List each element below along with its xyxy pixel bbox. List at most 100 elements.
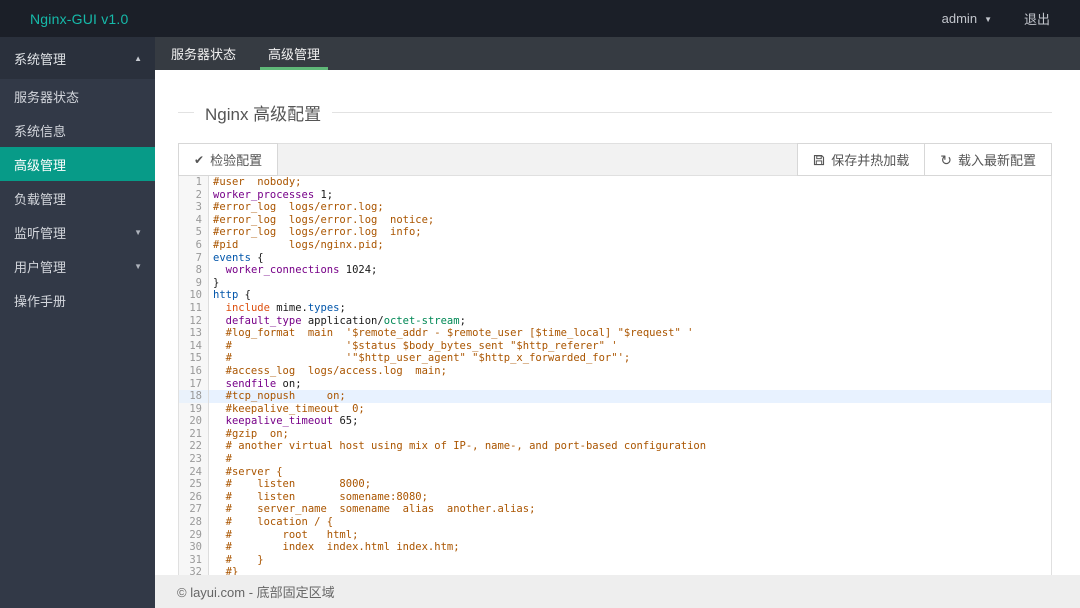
- footer-text: © layui.com - 底部固定区域: [177, 585, 335, 600]
- save-reload-button[interactable]: 保存并热加载: [797, 143, 926, 176]
- code-line[interactable]: 31 # }: [179, 553, 1051, 567]
- code-line[interactable]: 32 #}: [179, 566, 1051, 575]
- user-menu[interactable]: admin ▼: [942, 11, 992, 26]
- line-number: 27: [179, 503, 209, 517]
- code-text: include mime.types;: [225, 301, 346, 314]
- code-line[interactable]: 24 #server {: [179, 465, 1051, 479]
- sidebar-item-系统管理[interactable]: 系统管理 ▲: [0, 37, 155, 79]
- code-text: #error_log logs/error.log info;: [213, 226, 422, 239]
- code-line[interactable]: 11 include mime.types;: [179, 301, 1051, 315]
- line-number: 11: [179, 301, 209, 315]
- code-line[interactable]: 9}: [179, 276, 1051, 290]
- code-line[interactable]: 27 # server_name somename alias another.…: [179, 503, 1051, 517]
- code-text: #error_log logs/error.log notice;: [213, 213, 435, 226]
- line-number: 28: [179, 516, 209, 529]
- tab-高级管理[interactable]: 高级管理: [252, 37, 336, 70]
- sidebar-item-服务器状态[interactable]: 服务器状态: [0, 79, 155, 113]
- code-line[interactable]: 14 # '$status $body_bytes_sent "$http_re…: [179, 339, 1051, 353]
- line-number: 24: [179, 465, 209, 479]
- code-line[interactable]: 17 sendfile on;: [179, 377, 1051, 391]
- code-line[interactable]: 4 #error_log logs/error.log notice;: [179, 213, 1051, 227]
- code-line[interactable]: 26 # listen somename:8080;: [179, 490, 1051, 504]
- sidebar-menu: 系统管理 ▲ 服务器状态系统信息 高级管理负载管理监听管理 ▼ 用户管理 ▼ 操作手册: [0, 37, 155, 317]
- code-line[interactable]: 30 # index index.html index.htm;: [179, 541, 1051, 554]
- load-latest-button[interactable]: ↻ 载入最新配置: [924, 143, 1052, 176]
- code-line[interactable]: 21 #gzip on;: [179, 427, 1051, 441]
- line-number: 1: [179, 176, 209, 189]
- code-line[interactable]: 8 worker_connections 1024;: [179, 264, 1051, 277]
- code-line[interactable]: 7 events {: [179, 251, 1051, 265]
- code-line[interactable]: 12 default_type application/octet-stream…: [179, 314, 1051, 328]
- tab-服务器状态[interactable]: 服务器状态: [155, 37, 252, 70]
- code-text: # '"$http_user_agent" "$http_x_forwarded…: [213, 352, 631, 365]
- line-number: 17: [179, 377, 209, 391]
- sidebar-item-负载管理[interactable]: 负载管理: [0, 181, 155, 215]
- logout-link[interactable]: 退出: [1024, 9, 1050, 28]
- line-number: 3: [179, 201, 209, 214]
- code-line[interactable]: 2 worker_processes 1;: [179, 188, 1051, 202]
- code-line[interactable]: 23 #: [179, 453, 1051, 466]
- line-number: 8: [179, 264, 209, 277]
- code-line[interactable]: 10 http {: [179, 289, 1051, 302]
- line-number: 5: [179, 226, 209, 239]
- code-text: # another virtual host using mix of IP-,…: [213, 440, 707, 453]
- code-line[interactable]: 5 #error_log logs/error.log info;: [179, 226, 1051, 239]
- sidebar-item-label: 负载管理: [14, 191, 67, 207]
- code-line[interactable]: 19 #keepalive_timeout 0;: [179, 402, 1051, 416]
- line-number: 20: [179, 415, 209, 428]
- check-config-button[interactable]: ✔ 检验配置: [178, 143, 279, 176]
- title-divider-right: [332, 112, 1052, 113]
- sidebar-item-监听管理[interactable]: 监听管理 ▼: [0, 215, 155, 249]
- code-line[interactable]: 6 #pid logs/nginx.pid;: [179, 238, 1051, 252]
- code-editor[interactable]: 1 #user nobody; 2 worker_processes 1; 3 #erro…: [179, 176, 1051, 575]
- user-name: admin: [941, 11, 978, 26]
- save-reload-label: 保存并热加载: [831, 153, 910, 168]
- sidebar-item-label: 服务器状态: [14, 89, 80, 105]
- sidebar-item-高级管理[interactable]: 高级管理: [0, 147, 155, 181]
- sidebar-item-label: 监听管理: [14, 225, 67, 241]
- line-number: 13: [179, 327, 209, 340]
- page-title: Nginx 高级配置: [205, 105, 322, 124]
- code-line[interactable]: 15 # '"$http_user_agent" "$http_x_forwar…: [179, 352, 1051, 365]
- code-line[interactable]: 13 #log_format main '$remote_addr - $rem…: [179, 327, 1051, 340]
- code-text: # }: [213, 553, 264, 566]
- code-text: #error_log logs/error.log;: [213, 201, 384, 214]
- line-number: 31: [179, 553, 209, 567]
- line-number: 22: [179, 440, 209, 454]
- toolbar-right-group: 保存并热加载 ↻ 载入最新配置: [797, 143, 1052, 176]
- refresh-icon: ↻: [940, 151, 952, 168]
- code-text: http {: [213, 289, 251, 302]
- sidebar: 系统管理 ▲ 服务器状态系统信息 高级管理负载管理监听管理 ▼ 用户管理 ▼ 操作手册: [0, 37, 155, 608]
- line-number: 10: [179, 289, 209, 302]
- load-latest-label: 载入最新配置: [957, 153, 1036, 168]
- code-text: worker_processes 1;: [213, 188, 334, 201]
- app-window: Nginx-GUI v1.0 admin ▼ 退出 系统管理 ▲ 服务器状态 系统信息…: [0, 0, 1080, 608]
- code-line[interactable]: 29 # root html;: [179, 528, 1051, 542]
- code-text: #}: [213, 566, 239, 575]
- line-number: 32: [179, 566, 209, 575]
- code-line[interactable]: 28 # location / {: [179, 516, 1051, 529]
- sidebar-item-用户管理[interactable]: 用户管理 ▼: [0, 249, 155, 283]
- code-line[interactable]: 25 # listen 8000;: [179, 478, 1051, 491]
- code-line[interactable]: 3 #error_log logs/error.log;: [179, 201, 1051, 214]
- code-text: #keepalive_timeout 0;: [213, 402, 365, 415]
- line-number: 26: [179, 490, 209, 504]
- sidebar-item-系统信息[interactable]: 系统信息: [0, 113, 155, 147]
- app-brand[interactable]: Nginx-GUI v1.0: [0, 11, 129, 27]
- line-number: 15: [179, 352, 209, 365]
- line-number: 2: [179, 188, 209, 202]
- code-text: events {: [213, 251, 264, 264]
- code-line[interactable]: 1 #user nobody;: [179, 176, 1051, 189]
- code-text: keepalive_timeout 65;: [225, 415, 359, 428]
- line-number: 21: [179, 427, 209, 441]
- code-text: default_type application/octet-stream;: [225, 314, 466, 327]
- code-line[interactable]: 22 # another virtual host using mix of I…: [179, 440, 1051, 454]
- sidebar-item-label: 操作手册: [14, 293, 67, 309]
- code-line[interactable]: 20 keepalive_timeout 65;: [179, 415, 1051, 428]
- line-number: 18: [179, 390, 209, 403]
- code-text: # '$status $body_bytes_sent "$http_refer…: [213, 339, 618, 352]
- editor-toolbar: ✔ 检验配置 保存并热加载 ↻ 载入最新配置: [178, 143, 1052, 176]
- code-line[interactable]: 16 #access_log logs/access.log main;: [179, 364, 1051, 378]
- code-line[interactable]: 18 #tcp_nopush on;: [179, 390, 1051, 403]
- sidebar-item-操作手册[interactable]: 操作手册: [0, 283, 155, 317]
